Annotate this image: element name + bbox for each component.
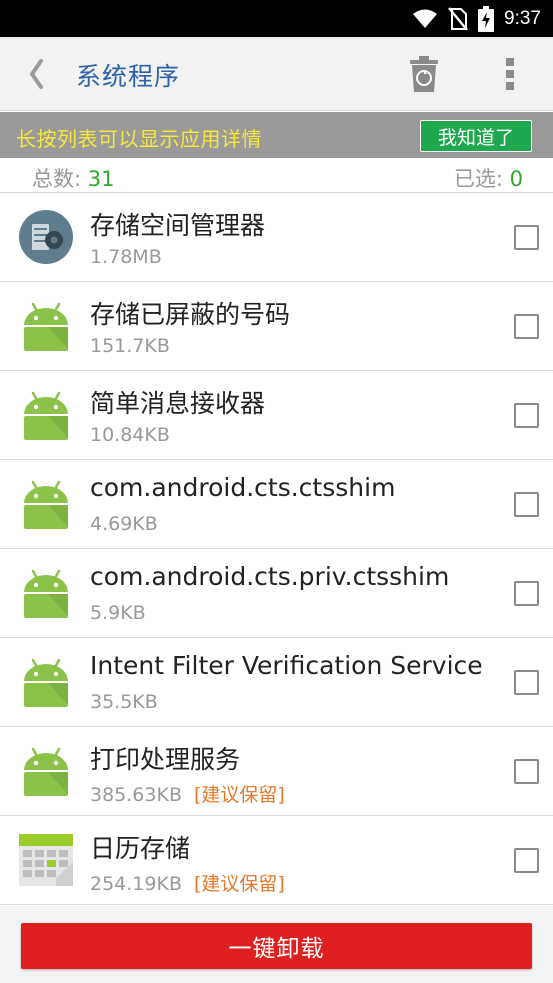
android-icon xyxy=(24,480,68,529)
got-it-button[interactable]: 我知道了 xyxy=(420,120,532,152)
select-checkbox[interactable] xyxy=(514,581,539,606)
list-item[interactable]: Intent Filter Verification Service 35.5K… xyxy=(0,638,553,727)
android-icon xyxy=(24,747,68,796)
recycle-bin-button[interactable] xyxy=(404,53,444,95)
select-checkbox[interactable] xyxy=(514,670,539,695)
status-icons: 9:37 xyxy=(412,6,541,32)
app-name: 日历存储 xyxy=(90,834,191,863)
status-bar: 9:37 xyxy=(0,0,553,37)
battery-charging-icon xyxy=(478,6,495,32)
app-size: 5.9KB xyxy=(90,602,146,624)
selected-value: 0 xyxy=(509,167,523,191)
one-click-uninstall-button[interactable]: 一键卸载 xyxy=(21,923,532,969)
calendar-storage-icon xyxy=(19,834,73,886)
list-item[interactable]: com.android.cts.ctsshim 4.69KB xyxy=(0,460,553,549)
selected-count: 已选: 0 xyxy=(454,163,523,193)
app-name: 简单消息接收器 xyxy=(90,389,266,418)
app-size: 254.19KB [建议保留] xyxy=(90,873,285,895)
list-item[interactable]: 打印处理服务 385.63KB [建议保留] xyxy=(0,727,553,816)
recycle-bin-icon xyxy=(410,56,438,92)
app-list: 存储空间管理器 1.78MB 存储已屏蔽的号码 151.7KB 简单消息接收器 xyxy=(0,193,553,905)
app-name: Intent Filter Verification Service xyxy=(90,651,483,680)
no-sim-icon xyxy=(448,7,468,31)
app-bar: 系统程序 xyxy=(0,37,553,111)
back-chevron-icon xyxy=(29,59,43,89)
app-size: 385.63KB [建议保留] xyxy=(90,784,285,806)
list-item[interactable]: 简单消息接收器 10.84KB xyxy=(0,371,553,460)
app-name: 打印处理服务 xyxy=(90,745,241,774)
select-checkbox[interactable] xyxy=(514,759,539,784)
more-vertical-icon xyxy=(506,58,514,90)
wifi-icon xyxy=(413,9,438,28)
select-checkbox[interactable] xyxy=(514,492,539,517)
android-icon xyxy=(24,391,68,440)
storage-manager-icon xyxy=(19,210,73,264)
keep-recommended-badge: [建议保留] xyxy=(193,784,285,806)
list-item[interactable]: 存储已屏蔽的号码 151.7KB xyxy=(0,282,553,371)
android-icon xyxy=(24,302,68,351)
bottom-bar: 一键卸载 xyxy=(0,906,553,983)
select-checkbox[interactable] xyxy=(514,225,539,250)
total-label: 总数: xyxy=(32,167,88,191)
select-checkbox[interactable] xyxy=(514,314,539,339)
app-size: 1.78MB xyxy=(90,246,162,268)
total-value: 31 xyxy=(87,167,115,191)
status-time: 9:37 xyxy=(504,8,541,29)
app-name: com.android.cts.priv.ctsshim xyxy=(90,562,450,591)
app-size: 4.69KB xyxy=(90,513,158,535)
select-checkbox[interactable] xyxy=(514,403,539,428)
app-name: 存储空间管理器 xyxy=(90,211,266,240)
back-button[interactable] xyxy=(18,55,54,93)
overflow-menu-button[interactable] xyxy=(496,55,524,93)
keep-recommended-badge: [建议保留] xyxy=(193,873,285,895)
app-size: 151.7KB xyxy=(90,335,170,357)
list-item[interactable]: com.android.cts.priv.ctsshim 5.9KB xyxy=(0,549,553,638)
android-icon xyxy=(24,569,68,618)
tip-text: 长按列表可以显示应用详情 xyxy=(16,127,262,151)
total-count: 总数: 31 xyxy=(32,163,115,193)
count-bar: 总数: 31 已选: 0 xyxy=(0,158,553,193)
tip-bar: 长按列表可以显示应用详情 我知道了 xyxy=(0,112,553,158)
list-item[interactable]: 存储空间管理器 1.78MB xyxy=(0,193,553,282)
list-item[interactable]: 日历存储 254.19KB [建议保留] xyxy=(0,816,553,905)
select-checkbox[interactable] xyxy=(514,848,539,873)
page-title: 系统程序 xyxy=(76,62,181,91)
app-name: com.android.cts.ctsshim xyxy=(90,473,396,502)
selected-label: 已选: xyxy=(453,167,510,191)
app-size: 10.84KB xyxy=(90,424,170,446)
app-size: 35.5KB xyxy=(90,691,158,713)
android-icon xyxy=(24,658,68,707)
app-name: 存储已屏蔽的号码 xyxy=(90,300,291,329)
